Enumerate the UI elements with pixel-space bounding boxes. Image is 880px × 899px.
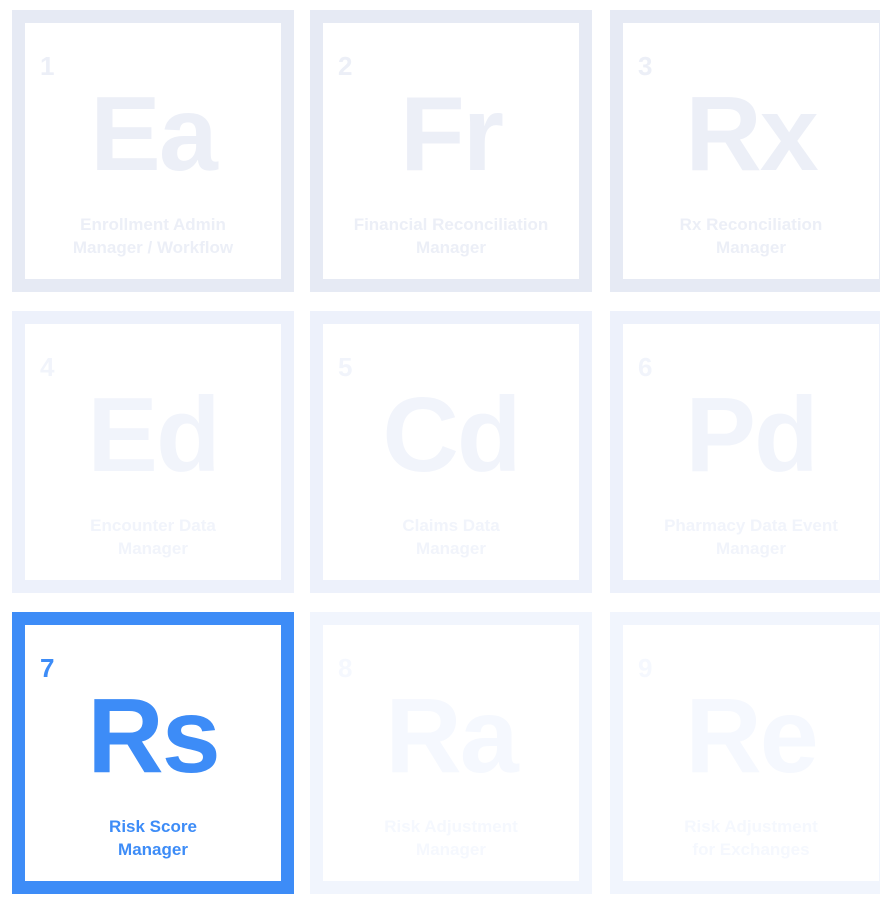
- tile-symbol: Re: [685, 677, 819, 795]
- tile-symbol: Ra: [385, 677, 519, 795]
- tile-name-line-1: Rx Reconciliation: [679, 215, 823, 234]
- tile-financial-reconciliation-manager[interactable]: 2 Fr Financial Reconciliation Manager: [310, 10, 592, 292]
- tile-name: Risk Adjustment for Exchanges: [623, 815, 879, 861]
- tile-risk-score-manager[interactable]: 7 Rs Risk Score Manager: [12, 612, 294, 894]
- tile-number: 4: [40, 352, 55, 382]
- tile-number: 8: [338, 653, 353, 683]
- tile-number: 6: [638, 352, 653, 382]
- tile-number: 7: [40, 653, 55, 683]
- tile-name-line-1: Risk Adjustment: [684, 817, 818, 836]
- tile-enrollment-admin-manager[interactable]: 1 Ea Enrollment Admin Manager / Workflow: [12, 10, 294, 292]
- tile-number: 3: [638, 51, 653, 81]
- tile-number: 2: [338, 51, 353, 81]
- tile-name: Financial Reconciliation Manager: [323, 213, 579, 259]
- tile-claims-data-manager[interactable]: 5 Cd Claims Data Manager: [310, 311, 592, 593]
- tile-number: 1: [40, 51, 55, 81]
- tile-name: Encounter Data Manager: [25, 514, 281, 560]
- tile-name-line-2: Manager: [416, 539, 486, 558]
- tile-symbol: Ed: [87, 376, 220, 494]
- tile-name-line-1: Financial Reconciliation: [353, 215, 549, 234]
- tile-symbol: Ea: [90, 75, 218, 193]
- tile-symbol: Rx: [685, 75, 819, 193]
- tile-pharmacy-data-event-manager[interactable]: 6 Pd Pharmacy Data Event Manager: [610, 311, 880, 593]
- tile-number: 9: [638, 653, 653, 683]
- tile-rx-reconciliation-manager[interactable]: 3 Rx Rx Reconciliation Manager: [610, 10, 880, 292]
- tile-name: Pharmacy Data Event Manager: [623, 514, 879, 560]
- tile-risk-adjustment-for-exchanges[interactable]: 9 Re Risk Adjustment for Exchanges: [610, 612, 880, 894]
- tile-symbol: Rs: [87, 677, 221, 795]
- product-tile-grid: 1 Ea Enrollment Admin Manager / Workflow…: [12, 10, 880, 899]
- tile-name-line-2: Manager: [118, 840, 188, 859]
- tile-name-line-1: Risk Adjustment: [384, 817, 518, 836]
- tile-name-line-1: Pharmacy Data Event: [664, 516, 838, 535]
- tile-name-line-2: Manager: [716, 238, 786, 257]
- tile-symbol: Fr: [400, 75, 504, 193]
- tile-name-line-2: Manager / Workflow: [72, 238, 234, 257]
- tile-symbol: Pd: [685, 376, 818, 494]
- tile-symbol: Cd: [382, 376, 521, 494]
- tile-name-line-1: Risk Score: [109, 817, 197, 836]
- tile-name-line-2: Manager: [416, 238, 486, 257]
- tile-name-line-1: Encounter Data: [90, 516, 216, 535]
- tile-name-line-2: Manager: [416, 840, 486, 859]
- tile-name-line-2: Manager: [716, 539, 786, 558]
- tile-name-line-1: Claims Data: [402, 516, 500, 535]
- tile-risk-adjustment-manager[interactable]: 8 Ra Risk Adjustment Manager: [310, 612, 592, 894]
- tile-name-line-1: Enrollment Admin: [80, 215, 226, 234]
- tile-name: Enrollment Admin Manager / Workflow: [25, 213, 281, 259]
- tile-number: 5: [338, 352, 353, 382]
- tile-name-line-2: for Exchanges: [692, 840, 810, 859]
- tile-encounter-data-manager[interactable]: 4 Ed Encounter Data Manager: [12, 311, 294, 593]
- tile-name: Risk Adjustment Manager: [323, 815, 579, 861]
- tile-name: Rx Reconciliation Manager: [623, 213, 879, 259]
- tile-name: Risk Score Manager: [25, 815, 281, 861]
- tile-name: Claims Data Manager: [323, 514, 579, 560]
- tile-name-line-2: Manager: [118, 539, 188, 558]
